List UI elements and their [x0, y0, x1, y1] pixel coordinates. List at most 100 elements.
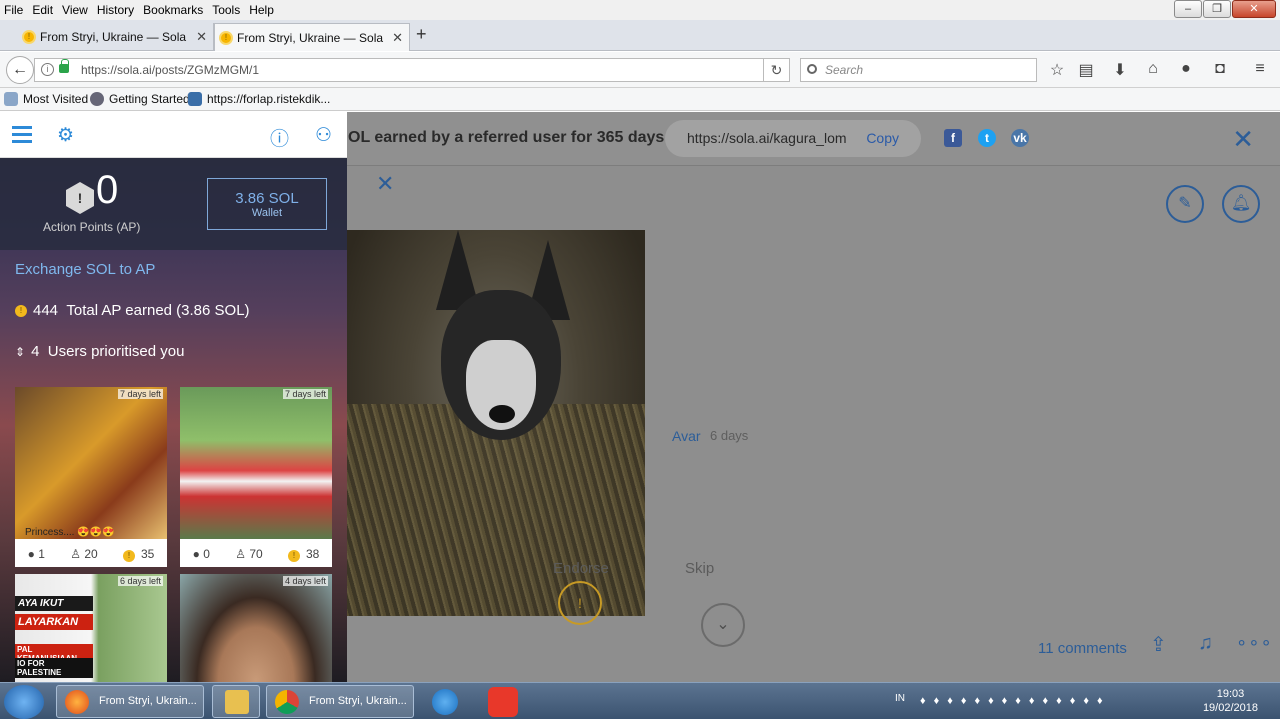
ie-icon[interactable]: [432, 689, 458, 715]
wallet-label: Wallet: [251, 207, 283, 219]
banner-text: LAYARKAN: [15, 614, 93, 630]
pocket-icon[interactable]: ◘: [1210, 60, 1230, 78]
feed-menu-icon[interactable]: [12, 126, 32, 143]
bookmark-label: https://forlap.ristekdik...: [207, 92, 331, 106]
taskbar-label: From Stryi, Ukrain...: [99, 695, 197, 707]
users-text: Users prioritised you: [47, 343, 185, 360]
endorse-button[interactable]: !: [558, 581, 602, 625]
info-icon[interactable]: i: [41, 63, 54, 76]
card-image: [180, 387, 332, 539]
twitter-icon[interactable]: t: [978, 129, 996, 147]
post-close-icon[interactable]: ✕: [376, 171, 394, 197]
menu-file[interactable]: File: [4, 3, 23, 17]
days-left: 6 days left: [117, 576, 163, 586]
taskbar-explorer[interactable]: [212, 685, 260, 718]
minimize-button[interactable]: –: [1174, 0, 1202, 18]
new-tab-icon[interactable]: +: [416, 24, 427, 45]
comments-link[interactable]: 11 comments: [1038, 640, 1127, 657]
menu-view[interactable]: View: [62, 3, 88, 17]
coin-icon: !: [122, 549, 135, 562]
hamburger-menu-icon[interactable]: ≡: [1250, 60, 1270, 78]
ap-stat: ! 38: [287, 546, 320, 562]
banner-text: IO FOR PALESTINE: [15, 658, 93, 678]
coin-icon: !: [287, 549, 300, 562]
sidebar-panel: ⚙ ⓘ ⚇ ! 0 Action Points (AP) 3.86 SOL Wa…: [0, 112, 347, 682]
window-controls: – ❐ ✕: [1173, 0, 1276, 18]
exchange-link[interactable]: Exchange SOL to AP: [15, 261, 155, 278]
ap-count: 38: [305, 546, 320, 561]
tab-2[interactable]: ! From Stryi, Ukraine — Sola ✕: [214, 23, 410, 51]
bookmark-most-visited[interactable]: Most Visited: [4, 92, 88, 106]
tab-close-icon[interactable]: ✕: [392, 30, 403, 46]
wallet-value: 3.86 SOL: [235, 190, 299, 207]
reload-icon[interactable]: ↻: [764, 58, 790, 82]
more-options-icon[interactable]: ∘∘∘: [1236, 632, 1273, 653]
post-card[interactable]: 4 days left: [180, 574, 332, 682]
language-indicator[interactable]: IN: [895, 693, 905, 704]
settings-gear-icon[interactable]: ⚙: [57, 124, 74, 147]
ap-count: 35: [140, 546, 155, 561]
edit-icon[interactable]: ✎: [1166, 185, 1204, 223]
tab-bar: ! From Stryi, Ukraine — Sola ✕ ! From St…: [0, 20, 1280, 51]
app-icon[interactable]: [488, 687, 518, 717]
start-button[interactable]: [4, 685, 44, 719]
window-close-button[interactable]: ✕: [1232, 0, 1276, 18]
menu-history[interactable]: History: [97, 3, 134, 17]
taskbar-chrome[interactable]: From Stryi, Ukrain...: [266, 685, 414, 718]
ap-stat: ! 35: [122, 546, 155, 562]
maximize-button[interactable]: ❐: [1203, 0, 1231, 18]
url-bar[interactable]: i https://sola.ai/posts/ZGMzMGM/1: [34, 58, 764, 82]
tab-title: From Stryi, Ukraine — Sola: [40, 30, 187, 44]
ap-box: ! 0 Action Points (AP) 3.86 SOL Wallet: [0, 158, 347, 250]
card-stats: ● 0 ♙ 70 ! 38: [180, 541, 332, 567]
user-profile-icon[interactable]: ⚇: [315, 124, 332, 147]
menu-bookmarks[interactable]: Bookmarks: [143, 3, 203, 17]
lock-icon: [59, 59, 69, 73]
chat-icon[interactable]: ●: [1176, 60, 1196, 78]
bookmark-forlap[interactable]: https://forlap.ristekdik...: [188, 92, 330, 106]
back-button[interactable]: ←: [6, 56, 34, 84]
home-icon[interactable]: ⌂: [1143, 60, 1163, 78]
post-card[interactable]: 7 days left ● 0 ♙ 70 ! 38: [180, 387, 332, 567]
bookmark-getting-started[interactable]: Getting Started: [90, 92, 190, 106]
copy-button[interactable]: Copy: [866, 120, 899, 157]
system-tray-icons[interactable]: ♦♦♦♦♦♦♦♦♦♦♦♦♦♦: [920, 695, 1111, 707]
post-card[interactable]: AYA IKUT LAYARKAN PAL KEMANUSIAAN IO FOR…: [15, 574, 167, 682]
close-icon[interactable]: ✕: [1232, 124, 1254, 155]
sola-favicon-icon: !: [22, 30, 36, 44]
menu-edit[interactable]: Edit: [32, 3, 53, 17]
facebook-icon[interactable]: f: [944, 129, 962, 147]
total-ap-text: Total AP earned (3.86 SOL): [66, 302, 250, 319]
author-link[interactable]: Avar: [672, 428, 701, 444]
days-left: 7 days left: [282, 389, 328, 399]
url-text: https://sola.ai/posts/ZGMzMGM/1: [81, 63, 260, 77]
post-card[interactable]: 7 days left Princess.... 😍😍😍 ● 1 ♙ 20 ! 3…: [15, 387, 167, 567]
endorse-label: Endorse: [553, 560, 609, 577]
wallet-button[interactable]: 3.86 SOL Wallet: [207, 178, 327, 230]
tab-1[interactable]: ! From Stryi, Ukraine — Sola ✕: [18, 23, 214, 51]
referral-link-pill: https://sola.ai/kagura_lom Copy: [665, 120, 921, 157]
bookmark-label: Getting Started: [109, 92, 190, 106]
tab-close-icon[interactable]: ✕: [196, 29, 207, 45]
clock[interactable]: 19:03 19/02/2018: [1203, 687, 1258, 715]
download-icon[interactable]: ⬇: [1110, 60, 1130, 80]
menu-tools[interactable]: Tools: [212, 3, 240, 17]
vk-icon[interactable]: vk: [1011, 129, 1029, 147]
reading-list-icon[interactable]: ▤: [1076, 60, 1096, 80]
clock-time: 19:03: [1216, 688, 1245, 700]
ap-label: Action Points (AP): [43, 220, 141, 234]
search-input[interactable]: Search: [800, 58, 1037, 82]
bell-icon[interactable]: 🔔︎: [1222, 185, 1260, 223]
help-icon[interactable]: ⓘ: [270, 124, 289, 151]
menu-help[interactable]: Help: [249, 3, 274, 17]
notification-bell-icon[interactable]: ♫: [1198, 632, 1213, 655]
page-icon: [188, 92, 202, 106]
chrome-icon: [275, 690, 299, 714]
banner-text: AYA IKUT: [15, 596, 93, 611]
star-icon[interactable]: ☆: [1047, 60, 1067, 80]
taskbar-firefox[interactable]: From Stryi, Ukrain...: [56, 685, 204, 718]
chevron-down-icon[interactable]: ⌄: [701, 603, 745, 647]
prioritise-arrows-icon: ⇕: [15, 344, 26, 359]
share-icon[interactable]: ⇪: [1150, 632, 1167, 657]
search-placeholder: Search: [825, 63, 864, 77]
